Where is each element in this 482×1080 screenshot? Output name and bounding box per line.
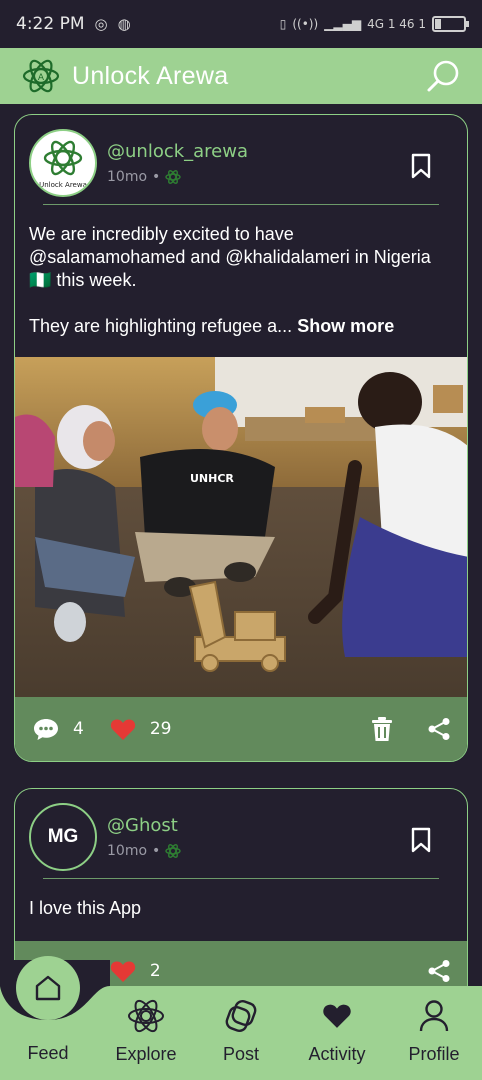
nav-label: Post — [222, 1044, 260, 1064]
nav-post[interactable]: Post — [193, 986, 289, 1080]
nav-profile[interactable]: Profile — [386, 986, 482, 1080]
post-age: 10mo — [107, 169, 148, 185]
nav-explore[interactable]: Explore — [98, 986, 194, 1080]
header-divider — [43, 204, 439, 205]
nav-label: Activity — [308, 1044, 366, 1064]
unlock-arewa-logo[interactable]: A — [20, 55, 62, 97]
svg-text:Unlock Arewa: Unlock Arewa — [39, 181, 87, 189]
post-age: 10mo — [107, 843, 148, 859]
meta-separator: • — [152, 169, 161, 185]
post-actions: 4 29 — [15, 697, 467, 761]
share-icon — [428, 960, 450, 982]
post-header: MG @Ghost 10mo • — [15, 789, 467, 879]
vibrate-icon: ▯ — [279, 17, 287, 31]
nav-label-feed: Feed — [27, 1043, 69, 1063]
app-title: Unlock Arewa — [72, 61, 229, 90]
like-action[interactable]: 29 — [110, 718, 172, 741]
home-icon — [35, 975, 61, 1001]
post-text-truncated: They are highlighting refugee a... — [29, 316, 293, 336]
chrome-icon: ◍ — [117, 15, 131, 33]
heart-icon — [317, 996, 357, 1036]
signal-icon: ▁▂▄▆ — [324, 17, 362, 31]
bookmark-icon[interactable] — [411, 827, 431, 853]
instagram-icon: ◎ — [94, 15, 108, 33]
battery-icon — [432, 16, 469, 32]
post-meta: 10mo • — [107, 843, 181, 859]
bookmark-icon[interactable] — [411, 153, 431, 179]
show-more-link[interactable]: Show more — [297, 316, 394, 336]
post-meta: 10mo • — [107, 169, 181, 185]
like-count: 2 — [149, 961, 161, 981]
status-time: 4:22 PM — [16, 14, 85, 34]
post-header: Unlock Arewa @unlock_arewa 10mo • — [15, 115, 467, 205]
share-icon — [428, 718, 450, 740]
post-card[interactable]: Unlock Arewa @unlock_arewa 10mo • We are… — [14, 114, 468, 762]
nav-activity[interactable]: Activity — [289, 986, 385, 1080]
meta-separator: • — [152, 843, 161, 859]
svg-text:A: A — [38, 73, 45, 83]
app-header: A Unlock Arewa — [0, 48, 482, 104]
avatar[interactable]: Unlock Arewa — [29, 129, 97, 197]
post-body: We are incredibly excited to have @salam… — [15, 205, 467, 338]
nav-feed[interactable] — [16, 956, 80, 1020]
avatar-initials: MG — [47, 826, 79, 847]
post-username[interactable]: @Ghost — [107, 815, 178, 836]
like-count: 29 — [149, 719, 172, 739]
share-button[interactable] — [427, 717, 451, 741]
user-icon — [414, 996, 454, 1036]
unlock-arewa-avatar-logo: Unlock Arewa — [39, 140, 87, 189]
nav-label: Explore — [115, 1044, 177, 1064]
post-text-paragraph: They are highlighting refugee a... Show … — [29, 315, 453, 338]
post-icon — [221, 996, 261, 1036]
comment-icon — [34, 719, 58, 740]
atom-icon — [165, 844, 181, 858]
avatar[interactable]: MG — [29, 803, 97, 871]
comment-action[interactable]: 4 — [33, 717, 84, 741]
share-button[interactable] — [427, 959, 451, 983]
atom-icon — [126, 996, 166, 1036]
svg-text:UNHCR: UNHCR — [190, 472, 234, 485]
comment-count: 4 — [73, 719, 84, 739]
post-text-paragraph: I love this App — [29, 898, 142, 918]
post-text-paragraph: We are incredibly excited to have @salam… — [29, 224, 431, 290]
trash-icon — [372, 717, 392, 741]
post-body: I love this App — [15, 879, 467, 920]
network-text: 4G 1 46 1 — [367, 17, 426, 31]
status-bar: 4:22 PM ◎ ◍ ▯ ((•)) ▁▂▄▆ 4G 1 46 1 — [0, 0, 482, 48]
header-divider — [43, 878, 439, 879]
like-action[interactable]: 2 — [110, 960, 161, 983]
nav-label: Profile — [408, 1044, 460, 1064]
delete-button[interactable] — [371, 716, 393, 742]
heart-icon — [110, 960, 135, 982]
status-indicators: ▯ ((•)) ▁▂▄▆ 4G 1 46 1 — [279, 16, 469, 32]
heart-icon — [110, 718, 135, 740]
search-icon[interactable] — [426, 58, 462, 94]
hotspot-icon: ((•)) — [292, 17, 319, 31]
post-photo[interactable]: UNHCR — [15, 357, 468, 697]
atom-icon — [165, 170, 181, 184]
post-username[interactable]: @unlock_arewa — [107, 141, 248, 162]
